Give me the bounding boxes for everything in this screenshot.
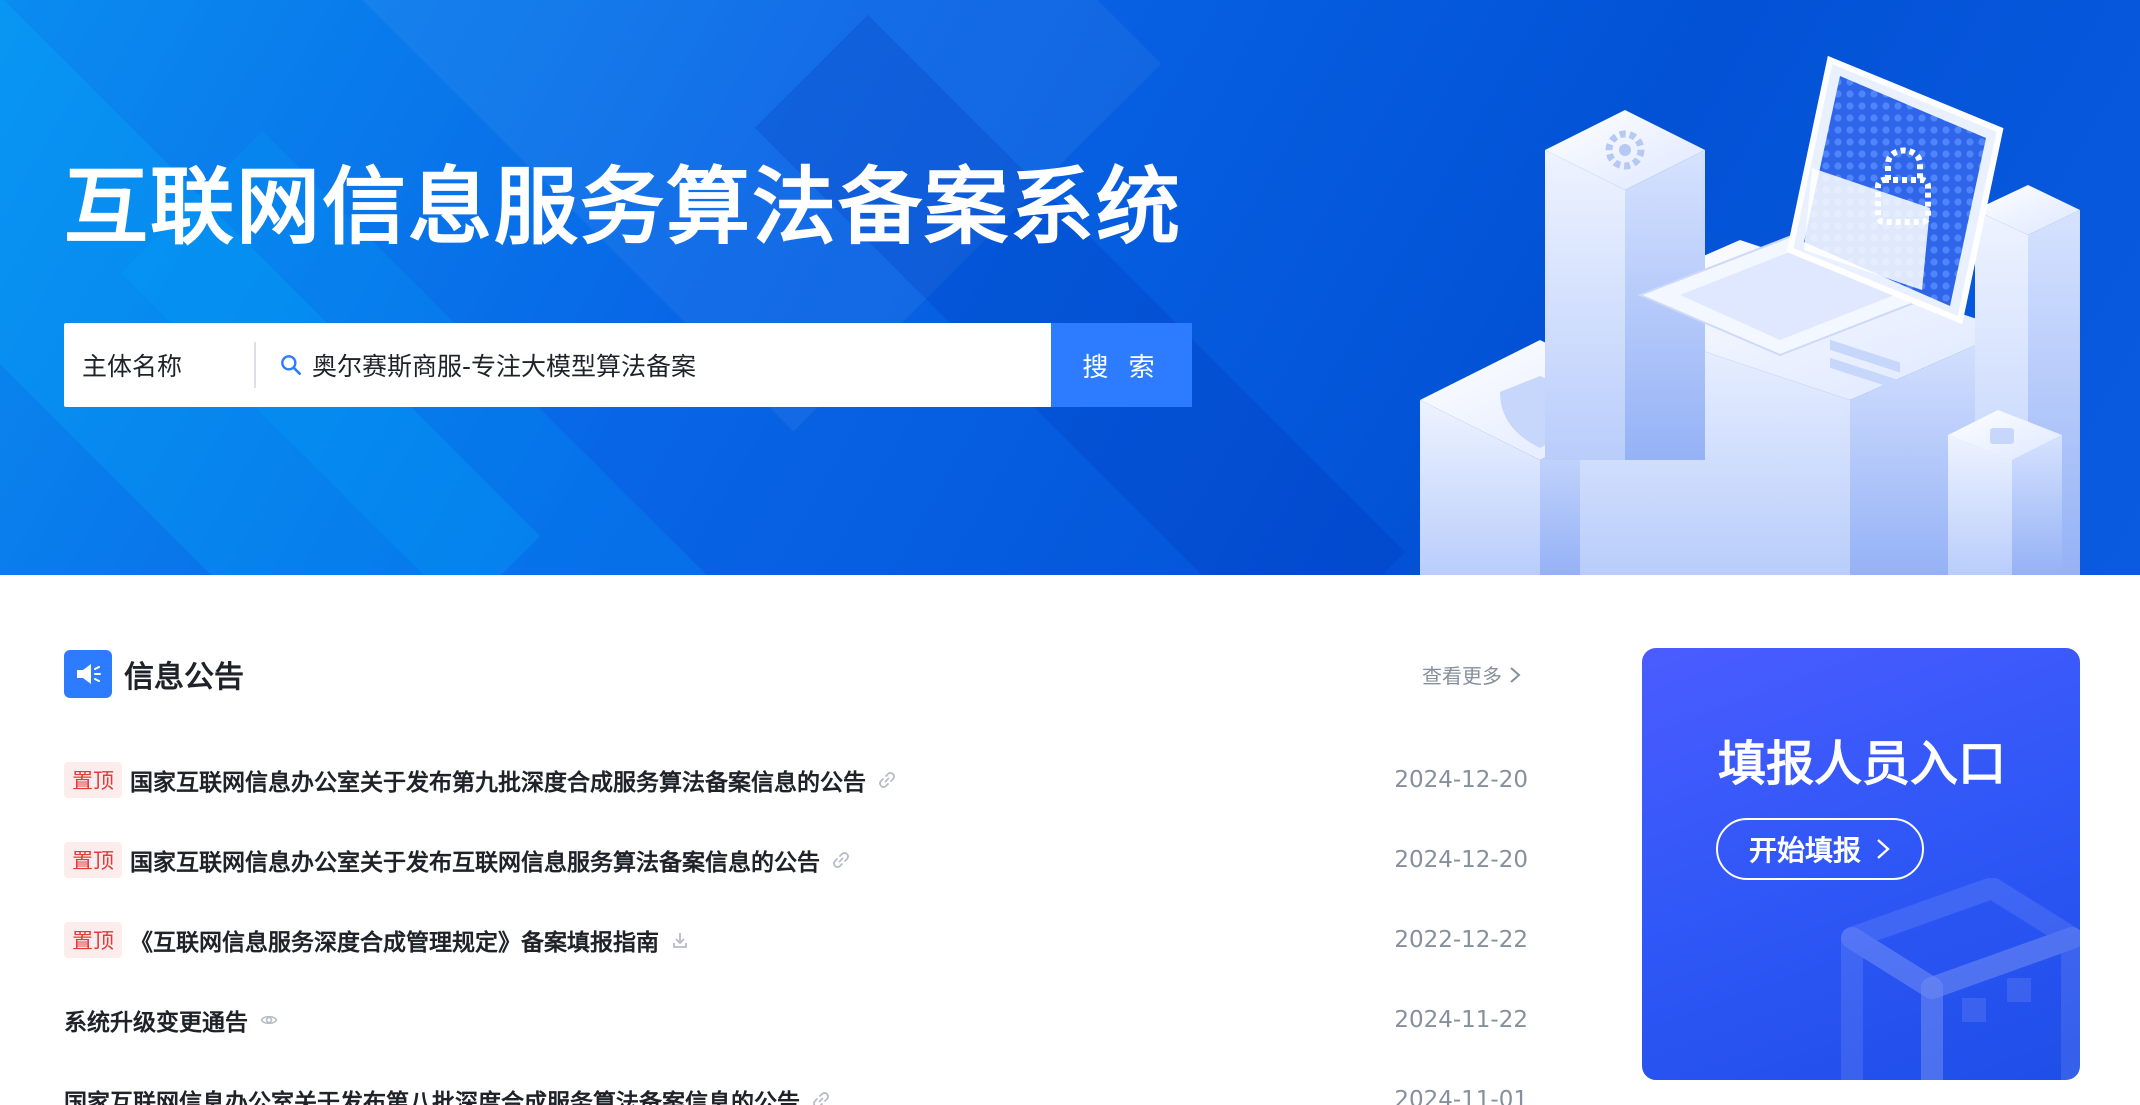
notice-header: 信息公告 — [64, 650, 244, 698]
link-icon — [833, 852, 849, 868]
search-bar: 主体名称 搜 索 — [64, 323, 1192, 407]
notice-date: 2022-12-22 — [1394, 927, 1528, 953]
search-button[interactable]: 搜 索 — [1051, 323, 1192, 407]
search-field — [256, 323, 1128, 407]
notice-date: 2024-11-01 — [1394, 1087, 1528, 1105]
pinned-badge: 置顶 — [64, 842, 122, 878]
hero-banner: 互联网信息服务算法备案系统 主体名称 搜 索 — [0, 0, 2140, 575]
notice-title[interactable]: 国家互联网信息办公室关于发布第九批深度合成服务算法备案信息的公告 — [130, 763, 866, 797]
link-icon — [879, 772, 895, 788]
notice-date: 2024-12-20 — [1394, 847, 1528, 873]
chevron-right-icon — [1877, 839, 1890, 859]
search-icon — [281, 355, 301, 375]
chevron-right-icon — [1510, 666, 1521, 683]
pinned-badge: 置顶 — [64, 922, 122, 958]
notice-item[interactable]: 置顶 《互联网信息服务深度合成管理规定》备案填报指南 2022-12-22 — [64, 900, 1528, 980]
notice-item[interactable]: 置顶 国家互联网信息办公室关于发布互联网信息服务算法备案信息的公告 2024-1… — [64, 820, 1528, 900]
pinned-badge: 置顶 — [64, 762, 122, 798]
notice-title[interactable]: 《互联网信息服务深度合成管理规定》备案填报指南 — [130, 923, 659, 957]
start-report-label: 开始填报 — [1748, 834, 1861, 867]
notice-item[interactable]: 置顶 国家互联网信息办公室关于发布第九批深度合成服务算法备案信息的公告 2024… — [64, 740, 1528, 820]
megaphone-icon — [64, 650, 112, 698]
notice-list: 置顶 国家互联网信息办公室关于发布第九批深度合成服务算法备案信息的公告 2024… — [64, 740, 1528, 1105]
notice-title[interactable]: 系统升级变更通告 — [64, 1003, 248, 1037]
view-more-link[interactable]: 查看更多 — [1422, 660, 1522, 689]
eye-icon — [260, 1015, 278, 1025]
notice-date: 2024-11-22 — [1394, 1007, 1528, 1033]
search-input[interactable] — [312, 350, 1094, 380]
notice-title[interactable]: 国家互联网信息办公室关于发布互联网信息服务算法备案信息的公告 — [130, 843, 820, 877]
notice-item[interactable]: 系统升级变更通告 2024-11-22 — [64, 980, 1528, 1060]
search-type-select[interactable]: 主体名称 — [64, 323, 254, 407]
notice-title[interactable]: 国家互联网信息办公室关于发布第八批深度合成服务算法备案信息的公告 — [64, 1083, 800, 1105]
notice-date: 2024-12-20 — [1394, 767, 1528, 793]
building-deco-icon — [1841, 878, 2080, 1080]
notice-item[interactable]: 国家互联网信息办公室关于发布第八批深度合成服务算法备案信息的公告 2024-11… — [64, 1060, 1528, 1105]
reporter-entry-card: 填报人员入口 开始填报 — [1642, 648, 2080, 1080]
reporter-title: 填报人员入口 — [1718, 736, 2007, 792]
view-more-label: 查看更多 — [1422, 664, 1502, 688]
link-icon — [813, 1092, 829, 1105]
page-title: 互联网信息服务算法备案系统 — [64, 158, 1183, 256]
notice-section-title: 信息公告 — [124, 660, 244, 695]
hero-laptop-illustration — [1420, 55, 2080, 575]
start-report-button[interactable]: 开始填报 — [1716, 818, 1924, 880]
download-icon — [673, 933, 687, 948]
